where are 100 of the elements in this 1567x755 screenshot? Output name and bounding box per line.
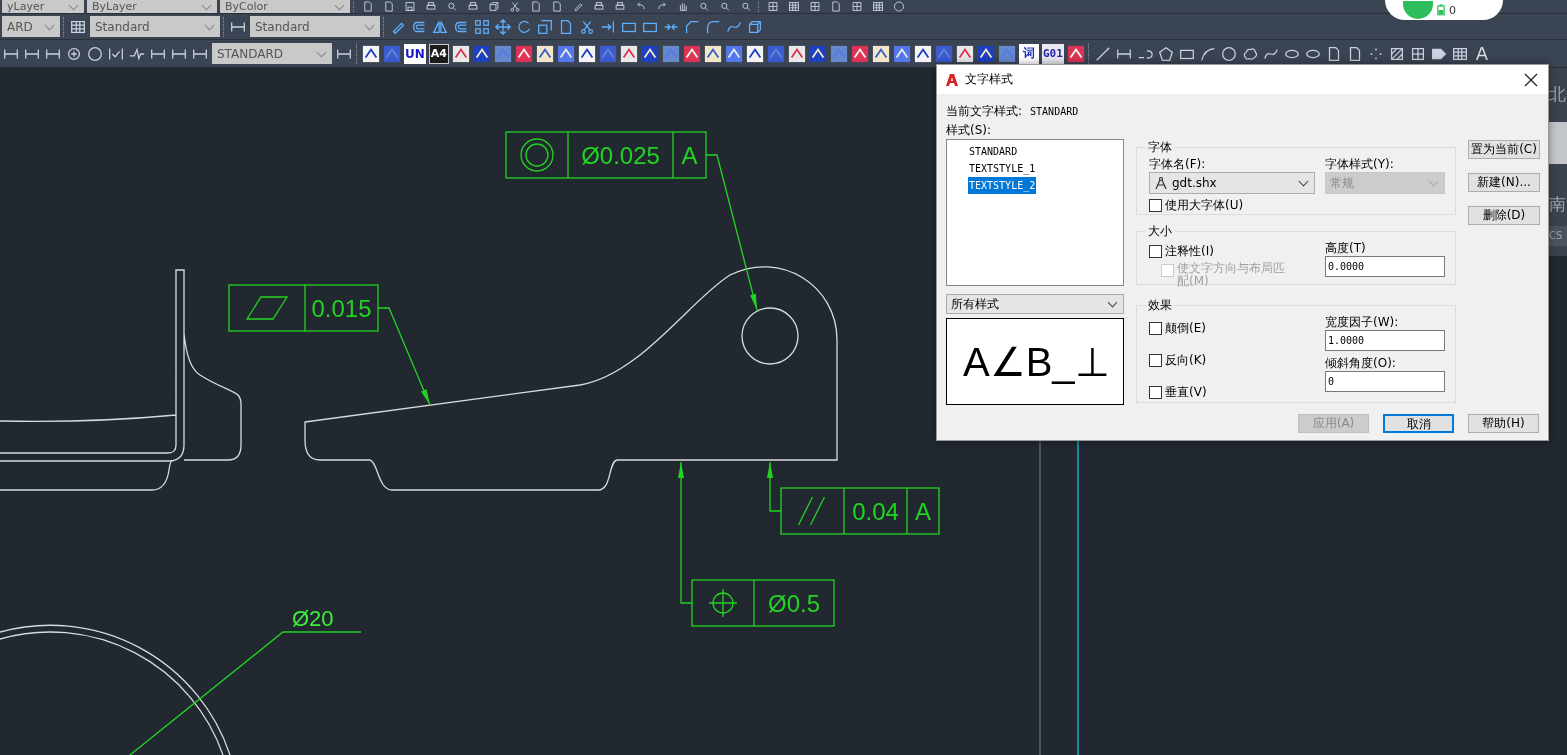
- tool-tile-icon[interactable]: [682, 44, 701, 63]
- crosshair-icon: [708, 588, 738, 618]
- height-field[interactable]: 0.0000: [1325, 256, 1445, 277]
- field-label: 宽度因子(W):: [1325, 314, 1400, 330]
- array-icon[interactable]: [473, 17, 491, 36]
- field-label: 样式(S):: [946, 122, 993, 136]
- tool-tile-icon[interactable]: [472, 44, 491, 63]
- status-count: 0: [1449, 3, 1456, 17]
- style-list-item[interactable]: TEXTSTYLE_2: [968, 177, 1037, 194]
- viewcube-label: CS: [1549, 226, 1567, 246]
- toolbar-button[interactable]: G01: [1041, 43, 1064, 64]
- scale-icon[interactable]: [536, 17, 554, 36]
- current-style-name: STANDARD: [1030, 105, 1079, 117]
- dropdown[interactable]: STANDARD: [212, 43, 332, 64]
- dropdown[interactable]: Standard: [90, 16, 220, 37]
- dialog-button[interactable]: 新建(N)...: [1468, 173, 1540, 192]
- checkbox[interactable]: [1149, 199, 1162, 212]
- datum-label: A: [915, 498, 931, 525]
- width-factor-field[interactable]: 1.0000: [1325, 330, 1445, 351]
- tool-tile-icon[interactable]: [577, 44, 596, 63]
- leader-line: [767, 461, 782, 512]
- tool-tile-icon[interactable]: [934, 44, 953, 63]
- concentric-circles-icon: [520, 138, 554, 172]
- tool-tile-icon[interactable]: [766, 44, 785, 63]
- tool-tile-icon[interactable]: [892, 44, 911, 63]
- style-list-item[interactable]: TEXTSTYLE_1: [968, 160, 1037, 177]
- style-filter-dropdown[interactable]: 所有样式: [946, 294, 1124, 314]
- tool-tile-icon[interactable]: [808, 44, 827, 63]
- toolbar-button[interactable]: A4: [428, 43, 449, 64]
- tool-tile-icon[interactable]: [556, 44, 575, 63]
- checkbox[interactable]: [1149, 386, 1162, 399]
- circle-icon[interactable]: [1219, 44, 1238, 63]
- checkbox-label: 注释性(I): [1165, 243, 1214, 259]
- dialog-button[interactable]: 置为当前(C): [1468, 140, 1540, 159]
- tool-tile-icon[interactable]: [850, 44, 869, 63]
- tool-tile-icon[interactable]: [829, 44, 848, 63]
- tool-tile-icon[interactable]: [598, 44, 617, 63]
- tolerance-value: Ø0.025: [581, 142, 660, 169]
- text-preview: A∠B_⊥: [946, 318, 1124, 405]
- move-icon[interactable]: [494, 17, 512, 36]
- field-label: 倾斜角度(O):: [1325, 355, 1397, 371]
- dropdown[interactable]: yLayer: [2, 0, 84, 13]
- parallelogram-icon: [245, 296, 289, 320]
- group-title: 效果: [1147, 297, 1173, 314]
- group-title: 大小: [1147, 223, 1173, 240]
- toolbar-button[interactable]: 词: [1018, 43, 1039, 64]
- tool-tile-icon[interactable]: [640, 44, 659, 63]
- window-title: 文字样式: [965, 71, 1014, 88]
- dropdown[interactable]: ByColor: [220, 0, 350, 13]
- tool-tile-icon[interactable]: [703, 44, 722, 63]
- checkbox-label: 使用大字体(U): [1165, 197, 1244, 213]
- tool-tile-icon[interactable]: [514, 44, 533, 63]
- parallel-lines-icon: [797, 496, 826, 526]
- tool-tile-icon[interactable]: [724, 44, 743, 63]
- status-icon: [1403, 1, 1433, 19]
- tolerance-value: Ø0.5: [768, 590, 820, 617]
- group-title: 字体: [1147, 139, 1173, 156]
- viewcube-panel[interactable]: 北 南 CS: [1549, 68, 1567, 256]
- checkbox-label: 垂直(V): [1165, 384, 1207, 400]
- tool-tile-icon[interactable]: [955, 44, 974, 63]
- checkbox-label: 使文字方向与布局匹配(M): [1177, 262, 1286, 288]
- tool-tile-icon[interactable]: [871, 44, 890, 63]
- tool-tile-icon[interactable]: [619, 44, 638, 63]
- tool-tile-icon[interactable]: [362, 44, 380, 63]
- polygon-icon[interactable]: [1156, 44, 1175, 63]
- tool-tile-icon[interactable]: [976, 44, 995, 63]
- dialog-button[interactable]: 帮助(H): [1468, 414, 1539, 433]
- field-label: 字体样式(Y):: [1325, 156, 1395, 172]
- toolbar-button[interactable]: A: [1471, 43, 1492, 64]
- tool-tile-icon[interactable]: [1066, 44, 1085, 63]
- oblique-angle-field[interactable]: 0: [1325, 371, 1445, 392]
- dialog-button[interactable]: 删除(D): [1468, 206, 1540, 225]
- font-name-dropdown[interactable]: gdt.shx: [1149, 172, 1315, 194]
- dialog-button[interactable]: 取消: [1383, 414, 1454, 433]
- tool-tile-icon[interactable]: [383, 44, 401, 63]
- tool-tile-icon[interactable]: [451, 44, 470, 63]
- tool-tile-icon[interactable]: [913, 44, 932, 63]
- tool-tile-icon[interactable]: [997, 44, 1016, 63]
- tool-tile-icon[interactable]: [787, 44, 806, 63]
- circle-icon[interactable]: [86, 44, 104, 63]
- datum-label: A: [681, 142, 698, 169]
- style-list-item[interactable]: STANDARD: [968, 143, 1019, 160]
- tolerance-value: 0.015: [311, 295, 372, 322]
- tool-tile-icon[interactable]: [745, 44, 764, 63]
- toolbar-button[interactable]: UN: [404, 43, 426, 64]
- dimension-text: Ø20: [292, 606, 334, 631]
- viewcube-label: 北: [1549, 84, 1566, 104]
- compass-icon: [1154, 176, 1168, 190]
- checkbox[interactable]: [1149, 354, 1162, 367]
- checkbox[interactable]: [1149, 322, 1162, 335]
- field-label: 高度(T): [1325, 240, 1367, 256]
- tolerance-value: 0.04: [852, 498, 899, 525]
- dropdown[interactable]: ARD: [2, 16, 60, 37]
- tool-tile-icon[interactable]: [661, 44, 680, 63]
- tool-tile-icon[interactable]: [493, 44, 512, 63]
- tool-tile-icon[interactable]: [535, 44, 554, 63]
- checkbox[interactable]: [1149, 245, 1162, 258]
- dropdown[interactable]: ByLayer: [87, 0, 217, 13]
- close-icon[interactable]: [1524, 72, 1538, 87]
- dropdown[interactable]: Standard: [250, 16, 380, 37]
